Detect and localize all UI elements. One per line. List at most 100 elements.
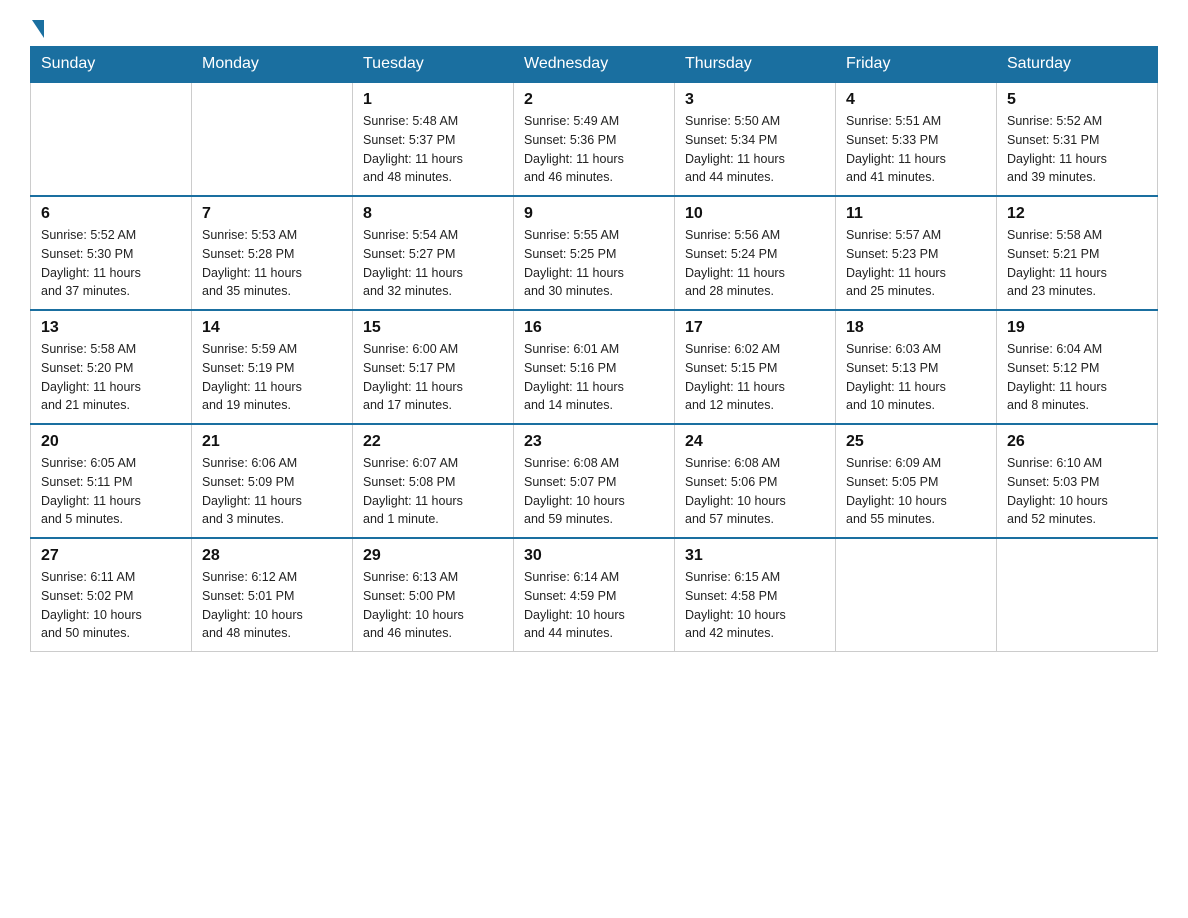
day-number: 5 xyxy=(1007,91,1147,109)
day-number: 6 xyxy=(41,205,181,223)
day-cell-9: 9 Sunrise: 5:55 AMSunset: 5:25 PMDaylight… xyxy=(514,196,675,310)
day-info: Sunrise: 5:54 AMSunset: 5:27 PMDaylight:… xyxy=(363,226,503,301)
empty-cell xyxy=(997,538,1158,652)
day-cell-30: 30 Sunrise: 6:14 AMSunset: 4:59 PMDayligh… xyxy=(514,538,675,652)
day-number: 25 xyxy=(846,433,986,451)
day-number: 14 xyxy=(202,319,342,337)
day-number: 7 xyxy=(202,205,342,223)
day-cell-22: 22 Sunrise: 6:07 AMSunset: 5:08 PMDayligh… xyxy=(353,424,514,538)
day-cell-3: 3 Sunrise: 5:50 AMSunset: 5:34 PMDaylight… xyxy=(675,82,836,196)
day-info: Sunrise: 6:05 AMSunset: 5:11 PMDaylight:… xyxy=(41,454,181,529)
day-cell-23: 23 Sunrise: 6:08 AMSunset: 5:07 PMDayligh… xyxy=(514,424,675,538)
day-number: 20 xyxy=(41,433,181,451)
day-cell-14: 14 Sunrise: 5:59 AMSunset: 5:19 PMDayligh… xyxy=(192,310,353,424)
day-number: 22 xyxy=(363,433,503,451)
day-number: 4 xyxy=(846,91,986,109)
day-info: Sunrise: 6:04 AMSunset: 5:12 PMDaylight:… xyxy=(1007,340,1147,415)
empty-cell xyxy=(192,82,353,196)
day-info: Sunrise: 6:06 AMSunset: 5:09 PMDaylight:… xyxy=(202,454,342,529)
weekday-header-friday: Friday xyxy=(836,47,997,83)
day-info: Sunrise: 6:08 AMSunset: 5:07 PMDaylight:… xyxy=(524,454,664,529)
day-cell-31: 31 Sunrise: 6:15 AMSunset: 4:58 PMDayligh… xyxy=(675,538,836,652)
day-info: Sunrise: 5:56 AMSunset: 5:24 PMDaylight:… xyxy=(685,226,825,301)
day-number: 31 xyxy=(685,547,825,565)
logo-arrow-icon xyxy=(32,20,44,38)
weekday-header-row: SundayMondayTuesdayWednesdayThursdayFrid… xyxy=(31,47,1158,83)
calendar-table: SundayMondayTuesdayWednesdayThursdayFrid… xyxy=(30,46,1158,652)
day-number: 19 xyxy=(1007,319,1147,337)
week-row-2: 6 Sunrise: 5:52 AMSunset: 5:30 PMDaylight… xyxy=(31,196,1158,310)
week-row-1: 1Sunrise: 5:48 AMSunset: 5:37 PMDaylight… xyxy=(31,82,1158,196)
day-number: 27 xyxy=(41,547,181,565)
day-cell-16: 16Sunrise: 6:01 AMSunset: 5:16 PMDayligh… xyxy=(514,310,675,424)
day-number: 10 xyxy=(685,205,825,223)
day-info: Sunrise: 5:53 AMSunset: 5:28 PMDaylight:… xyxy=(202,226,342,301)
day-cell-15: 15 Sunrise: 6:00 AMSunset: 5:17 PMDayligh… xyxy=(353,310,514,424)
day-cell-13: 13 Sunrise: 5:58 AMSunset: 5:20 PMDayligh… xyxy=(31,310,192,424)
day-number: 29 xyxy=(363,547,503,565)
day-number: 28 xyxy=(202,547,342,565)
day-info: Sunrise: 6:03 AMSunset: 5:13 PMDaylight:… xyxy=(846,340,986,415)
day-cell-21: 21 Sunrise: 6:06 AMSunset: 5:09 PMDayligh… xyxy=(192,424,353,538)
day-number: 23 xyxy=(524,433,664,451)
page-header xyxy=(30,20,1158,36)
day-cell-17: 17 Sunrise: 6:02 AMSunset: 5:15 PMDayligh… xyxy=(675,310,836,424)
day-number: 9 xyxy=(524,205,664,223)
day-info: Sunrise: 6:13 AMSunset: 5:00 PMDaylight:… xyxy=(363,568,503,643)
day-cell-6: 6 Sunrise: 5:52 AMSunset: 5:30 PMDaylight… xyxy=(31,196,192,310)
day-info: Sunrise: 6:08 AMSunset: 5:06 PMDaylight:… xyxy=(685,454,825,529)
day-info: Sunrise: 5:51 AMSunset: 5:33 PMDaylight:… xyxy=(846,112,986,187)
day-info: Sunrise: 5:50 AMSunset: 5:34 PMDaylight:… xyxy=(685,112,825,187)
day-number: 1 xyxy=(363,91,503,109)
day-info: Sunrise: 5:58 AMSunset: 5:20 PMDaylight:… xyxy=(41,340,181,415)
logo xyxy=(30,20,46,36)
day-number: 17 xyxy=(685,319,825,337)
day-cell-29: 29 Sunrise: 6:13 AMSunset: 5:00 PMDayligh… xyxy=(353,538,514,652)
day-info: Sunrise: 6:02 AMSunset: 5:15 PMDaylight:… xyxy=(685,340,825,415)
day-info: Sunrise: 5:52 AMSunset: 5:31 PMDaylight:… xyxy=(1007,112,1147,187)
empty-cell xyxy=(31,82,192,196)
day-info: Sunrise: 6:15 AMSunset: 4:58 PMDaylight:… xyxy=(685,568,825,643)
weekday-header-saturday: Saturday xyxy=(997,47,1158,83)
day-cell-8: 8 Sunrise: 5:54 AMSunset: 5:27 PMDaylight… xyxy=(353,196,514,310)
day-info: Sunrise: 5:57 AMSunset: 5:23 PMDaylight:… xyxy=(846,226,986,301)
day-info: Sunrise: 5:49 AMSunset: 5:36 PMDaylight:… xyxy=(524,112,664,187)
day-cell-7: 7 Sunrise: 5:53 AMSunset: 5:28 PMDaylight… xyxy=(192,196,353,310)
day-info: Sunrise: 5:59 AMSunset: 5:19 PMDaylight:… xyxy=(202,340,342,415)
day-number: 8 xyxy=(363,205,503,223)
day-info: Sunrise: 5:58 AMSunset: 5:21 PMDaylight:… xyxy=(1007,226,1147,301)
day-info: Sunrise: 5:52 AMSunset: 5:30 PMDaylight:… xyxy=(41,226,181,301)
day-number: 16 xyxy=(524,319,664,337)
day-number: 15 xyxy=(363,319,503,337)
day-number: 12 xyxy=(1007,205,1147,223)
empty-cell xyxy=(836,538,997,652)
weekday-header-sunday: Sunday xyxy=(31,47,192,83)
weekday-header-thursday: Thursday xyxy=(675,47,836,83)
day-info: Sunrise: 5:55 AMSunset: 5:25 PMDaylight:… xyxy=(524,226,664,301)
day-cell-18: 18Sunrise: 6:03 AMSunset: 5:13 PMDayligh… xyxy=(836,310,997,424)
weekday-header-monday: Monday xyxy=(192,47,353,83)
day-cell-11: 11 Sunrise: 5:57 AMSunset: 5:23 PMDayligh… xyxy=(836,196,997,310)
day-info: Sunrise: 6:14 AMSunset: 4:59 PMDaylight:… xyxy=(524,568,664,643)
weekday-header-tuesday: Tuesday xyxy=(353,47,514,83)
day-number: 30 xyxy=(524,547,664,565)
day-cell-28: 28Sunrise: 6:12 AMSunset: 5:01 PMDayligh… xyxy=(192,538,353,652)
day-info: Sunrise: 6:10 AMSunset: 5:03 PMDaylight:… xyxy=(1007,454,1147,529)
day-cell-10: 10 Sunrise: 5:56 AMSunset: 5:24 PMDayligh… xyxy=(675,196,836,310)
day-cell-12: 12 Sunrise: 5:58 AMSunset: 5:21 PMDayligh… xyxy=(997,196,1158,310)
day-number: 26 xyxy=(1007,433,1147,451)
day-number: 3 xyxy=(685,91,825,109)
day-cell-5: 5 Sunrise: 5:52 AMSunset: 5:31 PMDaylight… xyxy=(997,82,1158,196)
day-number: 11 xyxy=(846,205,986,223)
day-cell-26: 26 Sunrise: 6:10 AMSunset: 5:03 PMDayligh… xyxy=(997,424,1158,538)
weekday-header-wednesday: Wednesday xyxy=(514,47,675,83)
day-cell-20: 20 Sunrise: 6:05 AMSunset: 5:11 PMDayligh… xyxy=(31,424,192,538)
day-number: 21 xyxy=(202,433,342,451)
day-info: Sunrise: 6:00 AMSunset: 5:17 PMDaylight:… xyxy=(363,340,503,415)
day-info: Sunrise: 6:11 AMSunset: 5:02 PMDaylight:… xyxy=(41,568,181,643)
day-cell-27: 27 Sunrise: 6:11 AMSunset: 5:02 PMDayligh… xyxy=(31,538,192,652)
day-info: Sunrise: 6:07 AMSunset: 5:08 PMDaylight:… xyxy=(363,454,503,529)
day-number: 13 xyxy=(41,319,181,337)
day-cell-4: 4 Sunrise: 5:51 AMSunset: 5:33 PMDaylight… xyxy=(836,82,997,196)
week-row-3: 13 Sunrise: 5:58 AMSunset: 5:20 PMDayligh… xyxy=(31,310,1158,424)
